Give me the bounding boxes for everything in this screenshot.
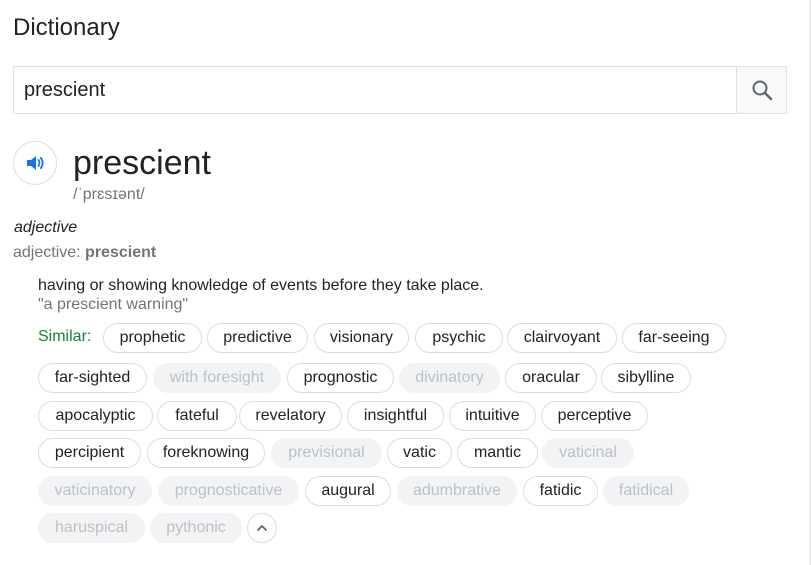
similar-chip-augural[interactable]: augural [305,476,391,506]
search-icon [752,80,772,101]
similar-chip-sibylline[interactable]: sibylline [601,363,691,393]
similar-chip-percipient[interactable]: percipient [38,438,141,468]
similar-chip-oracular[interactable]: oracular [505,363,597,393]
similar-chip-visionary[interactable]: visionary [314,323,409,353]
similar-chip-fateful[interactable]: fateful [157,401,237,431]
similar-chip-mantic[interactable]: mantic [457,438,538,468]
word-form: adjective: prescient [13,244,156,262]
search-box [13,66,787,114]
similar-chip-prophetic[interactable]: prophetic [103,323,202,353]
similar-chip-predictive[interactable]: predictive [207,323,308,353]
similar-chip-pythonic: pythonic [150,513,242,543]
example: "a prescient warning" [38,296,189,313]
page-title: Dictionary [13,14,120,41]
similar-chip-vaticinatory: vaticinatory [38,476,152,506]
similar-chip-previsional: previsional [271,438,382,468]
search-button[interactable] [736,67,786,113]
similar-label: Similar: [38,328,92,345]
speaker-icon [27,156,44,170]
part-of-speech: adjective [14,219,78,236]
phonetic: /ˈprɛsɪənt/ [73,186,145,203]
similar-chip-foreknowing[interactable]: foreknowing [147,438,265,468]
similar-chip-divinatory: divinatory [399,363,500,393]
similar-chip-apocalyptic[interactable]: apocalyptic [38,401,153,431]
similar-chip-prognostic[interactable]: prognostic [287,363,394,393]
similar-chip-perceptive[interactable]: perceptive [541,401,648,431]
similar-chip-far-seeing[interactable]: far-seeing [622,323,726,353]
similar-chip-clairvoyant[interactable]: clairvoyant [507,323,617,353]
similar-chip-revelatory[interactable]: revelatory [239,401,342,431]
similar-chip-psychic[interactable]: psychic [415,323,503,353]
similar-chip-fatidical: fatidical [603,476,689,506]
similar-chip-intuitive[interactable]: intuitive [449,401,536,431]
similar-chip-haruspical: haruspical [38,513,145,543]
search-input[interactable] [14,67,736,113]
similar-chip-adumbrative: adumbrative [397,476,517,506]
similar-chip-prognosticative: prognosticative [158,476,299,506]
definition: having or showing knowledge of events be… [38,277,484,294]
chevron-up-icon [257,525,267,531]
headword: prescient [73,144,211,182]
form-label: adjective: [13,244,81,261]
similar-chip-with-foresight: with foresight [153,363,281,393]
similar-chip-fatidic[interactable]: fatidic [523,476,598,506]
similar-chip-far-sighted[interactable]: far-sighted [38,363,147,393]
similar-chip-vaticinal: vaticinal [542,438,634,468]
similar-chip-vatic[interactable]: vatic [387,438,452,468]
pronunciation-button[interactable] [13,141,57,185]
similar-chip-insightful[interactable]: insightful [347,401,444,431]
form-word: prescient [85,244,157,261]
collapse-button[interactable] [247,513,277,543]
